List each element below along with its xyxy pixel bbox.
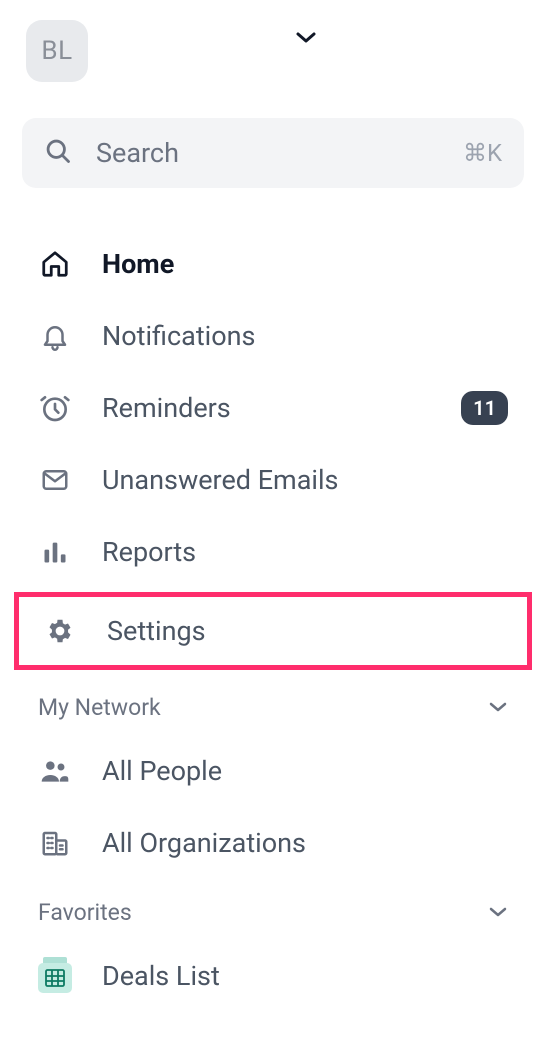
bell-icon <box>38 319 72 353</box>
avatar-initials: BL <box>41 36 72 66</box>
nav-label: Unanswered Emails <box>102 464 508 496</box>
search-shortcut: ⌘K <box>463 139 502 167</box>
nav-reports[interactable]: Reports <box>22 516 524 588</box>
mail-icon <box>38 463 72 497</box>
nav-home[interactable]: Home <box>22 228 524 300</box>
nav-label: Reports <box>102 536 508 568</box>
reminders-badge: 11 <box>461 391 508 425</box>
nav-label: Reminders <box>102 392 461 424</box>
chevron-down-icon <box>488 698 508 717</box>
section-title: Favorites <box>38 899 132 926</box>
search-input[interactable]: Search ⌘K <box>22 118 524 188</box>
nav-label: Home <box>102 248 508 280</box>
nav-label: All People <box>102 755 508 787</box>
home-icon <box>38 247 72 281</box>
section-my-network[interactable]: My Network <box>22 674 524 735</box>
nav-unanswered-emails[interactable]: Unanswered Emails <box>22 444 524 516</box>
alarm-icon <box>38 391 72 425</box>
section-favorites[interactable]: Favorites <box>22 879 524 940</box>
nav-all-organizations[interactable]: All Organizations <box>22 807 524 879</box>
nav-label: Notifications <box>102 320 508 352</box>
nav-notifications[interactable]: Notifications <box>22 300 524 372</box>
nav-all-people[interactable]: All People <box>22 735 524 807</box>
nav-label: All Organizations <box>102 827 508 859</box>
spreadsheet-icon <box>38 959 72 993</box>
chart-icon <box>38 535 72 569</box>
people-icon <box>38 754 72 788</box>
primary-nav: Home Notifications Reminders 11 Unanswer… <box>22 228 524 1012</box>
search-placeholder: Search <box>96 137 463 169</box>
chevron-down-icon <box>295 30 317 44</box>
section-title: My Network <box>38 694 161 721</box>
workspace-switch-button[interactable] <box>88 30 524 44</box>
chevron-down-icon <box>488 903 508 922</box>
gear-icon <box>43 614 77 648</box>
nav-label: Settings <box>107 615 503 647</box>
header: BL <box>22 20 524 82</box>
nav-label: Deals List <box>102 960 508 992</box>
avatar[interactable]: BL <box>26 20 88 82</box>
building-icon <box>38 826 72 860</box>
nav-settings[interactable]: Settings <box>23 597 523 665</box>
search-icon <box>44 137 72 169</box>
nav-reminders[interactable]: Reminders 11 <box>22 372 524 444</box>
nav-deals-list[interactable]: Deals List <box>22 940 524 1012</box>
settings-highlight: Settings <box>14 592 532 670</box>
